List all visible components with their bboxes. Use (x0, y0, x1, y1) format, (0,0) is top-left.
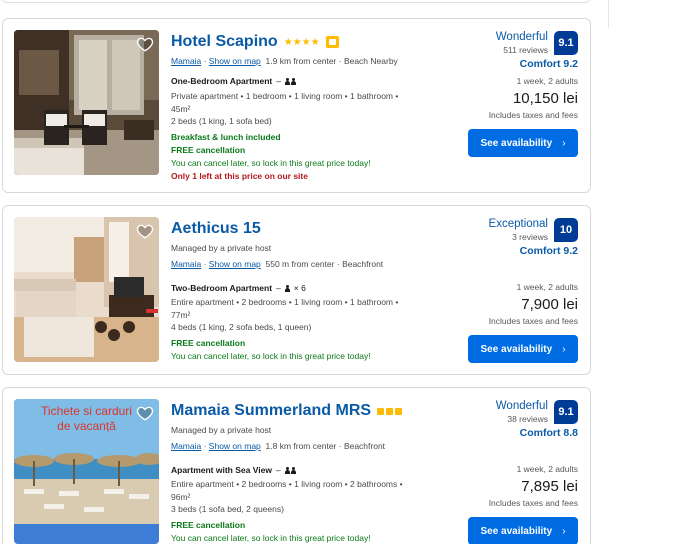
property-name-link[interactable]: Mamaia Summerland MRS (171, 402, 371, 420)
property-card: Aethicus 15 Managed by a private host Ma… (2, 205, 591, 375)
review-word: Wonderful (495, 400, 548, 412)
location-row: Mamaia · Show on map 1.8 km from center … (171, 441, 386, 451)
location-feature: Beach Nearby (343, 56, 398, 66)
property-name-link[interactable]: Hotel Scapino (171, 33, 278, 51)
host-info: Managed by a private host (171, 243, 272, 253)
unit-type-row: Apartment with Sea View – (171, 465, 296, 475)
property-title-row: Aethicus 15 (171, 220, 261, 238)
scarcity-message: Only 1 left at this price on our site (171, 171, 308, 181)
favorite-heart-icon[interactable] (136, 404, 154, 422)
cancel-note: You can cancel later, so lock in this gr… (171, 351, 371, 361)
property-title-row: Mamaia Summerland MRS (171, 402, 403, 420)
person-icon (284, 77, 296, 85)
price: 7,895 lei (521, 478, 578, 495)
location-row: Mamaia · Show on map 550 m from center ·… (171, 259, 384, 269)
cancel-note: You can cancel later, so lock in this gr… (171, 533, 371, 543)
unit-type: One-Bedroom Apartment (171, 76, 273, 86)
show-on-map-link[interactable]: Show on map (209, 56, 261, 66)
property-card: Tichete si carduri de vacanță Mamaia Sum… (2, 387, 591, 544)
review-score-badge[interactable]: 9.1 (554, 31, 578, 55)
review-count: 38 reviews (507, 414, 548, 424)
chevron-right-icon: › (562, 343, 566, 355)
see-availability-button[interactable]: See availability › (468, 335, 578, 363)
free-cancellation: FREE cancellation (171, 338, 246, 348)
see-availability-button[interactable]: See availability › (468, 517, 578, 544)
location-feature: Beachfront (343, 441, 386, 451)
chevron-right-icon: › (562, 137, 566, 149)
show-on-map-link[interactable]: Show on map (209, 441, 261, 451)
review-count: 3 reviews (512, 232, 548, 242)
comfort-score: Comfort 9.2 (519, 58, 578, 70)
stay-details: 1 week, 2 adults (516, 282, 578, 292)
location-row: Mamaia · Show on map 1.9 km from center … (171, 56, 398, 66)
property-photo[interactable] (14, 30, 159, 175)
host-info: Managed by a private host (171, 425, 272, 435)
district-link[interactable]: Mamaia (171, 56, 201, 66)
square-rating-icon (377, 407, 403, 415)
unit-size: 45m² (171, 103, 191, 114)
unit-type: Apartment with Sea View (171, 465, 272, 475)
person-icon (284, 466, 296, 474)
unit-desc-line-1: Entire apartment • 2 bedrooms • 1 living… (171, 297, 399, 307)
unit-description: Entire apartment • 2 bedrooms • 1 living… (171, 296, 421, 334)
favorite-heart-icon[interactable] (136, 222, 154, 240)
property-title-row: Hotel Scapino ★★★★ (171, 33, 339, 51)
unit-type-row: One-Bedroom Apartment – (171, 76, 296, 86)
unit-type-row: Two-Bedroom Apartment – × 6 (171, 283, 306, 293)
review-word: Exceptional (488, 218, 548, 230)
unit-size: 96m² (171, 491, 191, 502)
comfort-score: Comfort 9.2 (519, 245, 578, 257)
property-photo[interactable]: Tichete si carduri de vacanță (14, 399, 159, 544)
price: 7,900 lei (521, 296, 578, 313)
show-on-map-link[interactable]: Show on map (209, 259, 261, 269)
star-rating-icon: ★★★★ (283, 36, 320, 48)
tax-note: Includes taxes and fees (488, 316, 578, 326)
button-label: See availability (480, 137, 553, 149)
location-feature: Beachfront (342, 259, 384, 269)
distance-text: 1.9 km from center (265, 56, 337, 66)
unit-type: Two-Bedroom Apartment (171, 283, 273, 293)
review-score-badge[interactable]: 10 (554, 218, 578, 242)
button-label: See availability (480, 343, 553, 355)
cancel-note: You can cancel later, so lock in this gr… (171, 158, 371, 168)
property-card: Hotel Scapino ★★★★ Mamaia · Show on map … (2, 18, 591, 193)
guest-multiplier: × 6 (293, 283, 306, 293)
unit-size: 77m² (171, 309, 191, 320)
review-word: Wonderful (495, 31, 548, 43)
unit-description: Private apartment • 1 bedroom • 1 living… (171, 90, 421, 128)
stay-details: 1 week, 2 adults (516, 76, 578, 86)
see-availability-button[interactable]: See availability › (468, 129, 578, 157)
property-photo[interactable] (14, 217, 159, 362)
district-link[interactable]: Mamaia (171, 441, 201, 451)
distance-text: 550 m from center (265, 259, 335, 269)
button-label: See availability (480, 525, 553, 537)
free-cancellation: FREE cancellation (171, 145, 246, 155)
bed-info: 4 beds (1 king, 2 sofa beds, 1 queen) (171, 322, 312, 332)
review-count: 511 reviews (503, 45, 548, 55)
thumbs-up-icon (325, 36, 339, 48)
price: 10,150 lei (512, 90, 578, 107)
unit-desc-line-1: Entire apartment • 2 bedrooms • 1 living… (171, 479, 403, 489)
review-score-badge[interactable]: 9.1 (554, 400, 578, 424)
unit-description: Entire apartment • 2 bedrooms • 1 living… (171, 478, 421, 516)
distance-text: 1.8 km from center (265, 441, 337, 451)
free-cancellation: FREE cancellation (171, 520, 246, 530)
bed-info: 2 beds (1 king, 1 sofa bed) (171, 116, 272, 126)
tax-note: Includes taxes and fees (488, 498, 578, 508)
unit-desc-line-1: Private apartment • 1 bedroom • 1 living… (171, 91, 399, 101)
chevron-right-icon: › (562, 525, 566, 537)
bed-info: 3 beds (1 sofa bed, 2 queens) (171, 504, 284, 514)
person-icon (284, 284, 290, 292)
comfort-score: Comfort 8.8 (519, 427, 578, 439)
district-link[interactable]: Mamaia (171, 259, 201, 269)
divider (608, 0, 609, 28)
favorite-heart-icon[interactable] (136, 35, 154, 53)
previous-card-edge (1, 0, 591, 3)
tax-note: Includes taxes and fees (488, 110, 578, 120)
property-name-link[interactable]: Aethicus 15 (171, 220, 261, 238)
meal-included: Breakfast & lunch included (171, 132, 281, 142)
stay-details: 1 week, 2 adults (516, 464, 578, 474)
